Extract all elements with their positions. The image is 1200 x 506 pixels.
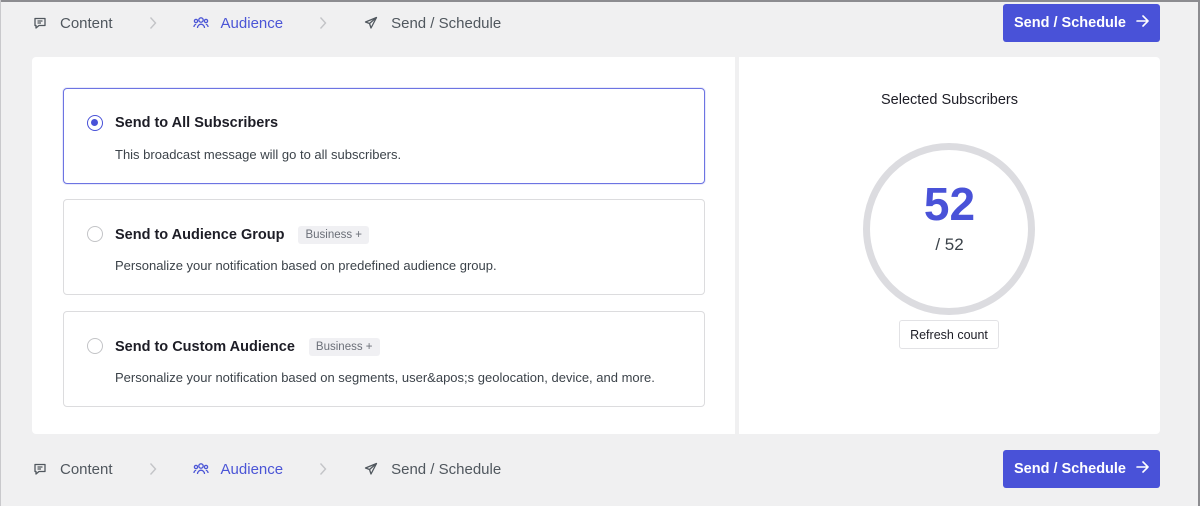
plan-badge: Business + xyxy=(298,226,370,244)
send-schedule-button[interactable]: Send / Schedule xyxy=(1003,4,1160,42)
window-left-border xyxy=(0,0,1,506)
arrow-right-icon xyxy=(1136,461,1149,477)
selected-subscribers-title: Selected Subscribers xyxy=(880,92,1018,108)
message-square-icon xyxy=(32,15,48,31)
subscriber-total: / 52 xyxy=(935,235,964,254)
bottom-step-bar: Content Audience Send / Schedule Send / … xyxy=(0,446,1200,492)
step-content[interactable]: Content xyxy=(32,461,113,478)
send-schedule-button-label: Send / Schedule xyxy=(1014,15,1126,31)
step-audience[interactable]: Audience xyxy=(192,460,284,478)
step-nav: Content Audience Send / Schedule xyxy=(32,446,501,492)
chevron-right-icon xyxy=(149,16,157,30)
step-send-schedule[interactable]: Send / Schedule xyxy=(363,461,501,478)
refresh-count-button[interactable]: Refresh count xyxy=(899,320,999,349)
step-nav: Content Audience Send / Schedule xyxy=(32,0,501,46)
option-title: Send to Custom Audience Business + xyxy=(115,338,380,356)
option-audience-group[interactable]: Send to Audience Group Business + Person… xyxy=(63,199,705,295)
step-content-label: Content xyxy=(60,460,113,478)
step-audience-label: Audience xyxy=(220,14,284,32)
step-audience[interactable]: Audience xyxy=(192,14,284,32)
step-audience-label: Audience xyxy=(220,460,284,478)
chevron-right-icon xyxy=(319,462,327,476)
option-description: Personalize your notification based on p… xyxy=(115,258,497,273)
message-square-icon xyxy=(32,461,48,477)
option-custom-audience[interactable]: Send to Custom Audience Business + Perso… xyxy=(63,311,705,407)
users-icon xyxy=(192,15,209,31)
option-title: Send to All Subscribers xyxy=(115,115,278,131)
selected-subscribers-panel: Selected Subscribers 52 / 52 Refresh cou… xyxy=(739,57,1160,434)
step-send-schedule[interactable]: Send / Schedule xyxy=(363,15,501,32)
subscriber-count: 52 xyxy=(923,178,976,230)
users-icon xyxy=(192,461,209,477)
option-description: This broadcast message will go to all su… xyxy=(115,147,402,162)
option-all-subscribers[interactable]: Send to All Subscribers This broadcast m… xyxy=(63,88,705,184)
option-description: Personalize your notification based on s… xyxy=(115,370,655,385)
audience-options-panel: Send to All Subscribers This broadcast m… xyxy=(32,57,735,434)
paper-plane-icon xyxy=(363,15,379,31)
step-send-label: Send / Schedule xyxy=(391,14,502,32)
top-step-bar: Content Audience Send / Schedule Send / … xyxy=(0,0,1200,46)
step-content[interactable]: Content xyxy=(32,15,113,32)
step-content-label: Content xyxy=(60,14,113,32)
option-title-text: Send to Audience Group xyxy=(115,227,285,243)
option-title: Send to Audience Group Business + xyxy=(115,226,370,244)
radio-all-subscribers[interactable] xyxy=(87,115,103,131)
radio-audience-group[interactable] xyxy=(87,226,103,242)
step-send-label: Send / Schedule xyxy=(391,460,502,478)
send-schedule-button-label: Send / Schedule xyxy=(1014,461,1126,477)
plan-badge: Business + xyxy=(308,338,380,356)
option-title-text: Send to Custom Audience xyxy=(115,339,295,355)
arrow-right-icon xyxy=(1136,15,1149,31)
radio-custom-audience[interactable] xyxy=(87,338,103,354)
option-title-text: Send to All Subscribers xyxy=(115,115,279,131)
chevron-right-icon xyxy=(319,16,327,30)
paper-plane-icon xyxy=(363,461,379,477)
send-schedule-button[interactable]: Send / Schedule xyxy=(1003,450,1160,488)
chevron-right-icon xyxy=(149,462,157,476)
